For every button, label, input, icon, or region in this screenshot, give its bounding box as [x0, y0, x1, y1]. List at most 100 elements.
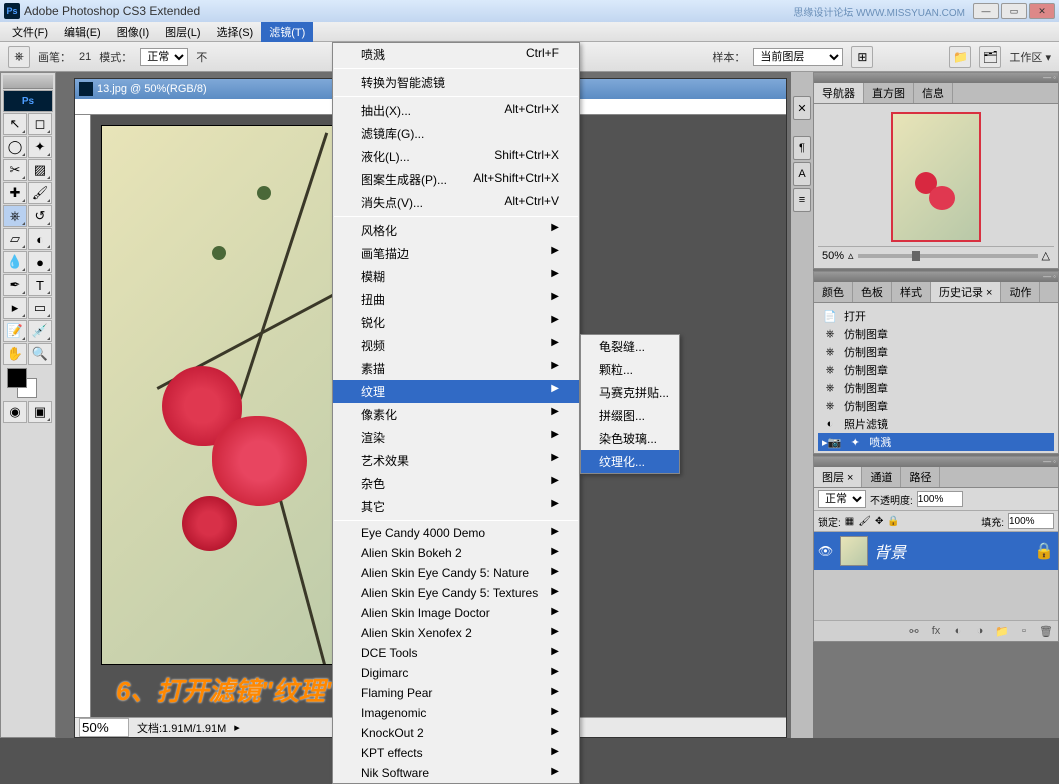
dock-icon-1[interactable]: ✕	[793, 96, 811, 120]
filter-render[interactable]: 渲染▶	[333, 426, 579, 449]
filter-pixelate[interactable]: 像素化▶	[333, 403, 579, 426]
toolbox-header[interactable]	[3, 75, 53, 89]
notes-tool[interactable]: 📝	[3, 320, 27, 342]
maximize-button[interactable]: ▭	[1001, 3, 1027, 19]
foreground-color-swatch[interactable]	[7, 368, 27, 388]
tab-info[interactable]: 信息	[914, 83, 953, 103]
nav-zoom-slider[interactable]	[858, 254, 1038, 258]
history-item[interactable]: ▸📷✦喷溅	[818, 433, 1054, 451]
menu-select[interactable]: 选择(S)	[209, 22, 262, 42]
texture-stained[interactable]: 染色玻璃...	[581, 427, 679, 450]
history-item[interactable]: ⎈仿制图章	[818, 343, 1054, 361]
shape-tool[interactable]: ▭	[28, 297, 52, 319]
menu-image[interactable]: 图像(I)	[109, 22, 157, 42]
filter-sketch[interactable]: 素描▶	[333, 357, 579, 380]
delete-layer-icon[interactable]: 🗑	[1037, 624, 1055, 638]
filter-sharpen[interactable]: 锐化▶	[333, 311, 579, 334]
lock-transparency-icon[interactable]: ▦	[845, 516, 854, 527]
layer-mask-icon[interactable]: ◐	[949, 624, 967, 638]
minimize-button[interactable]: —	[973, 3, 999, 19]
heal-tool[interactable]: ✚	[3, 182, 27, 204]
history-item[interactable]: ◐照片滤镜	[818, 415, 1054, 433]
wand-tool[interactable]: ✦	[28, 136, 52, 158]
layer-thumbnail[interactable]	[840, 536, 868, 566]
filter-blur[interactable]: 模糊▶	[333, 265, 579, 288]
nav-zoom-out-icon[interactable]: ▵	[848, 249, 854, 262]
marquee-tool[interactable]: ◻	[28, 113, 52, 135]
lock-pixels-icon[interactable]: 🖌	[858, 516, 871, 527]
ruler-vertical[interactable]	[75, 115, 91, 717]
filter-plugin[interactable]: Nik Software▶	[333, 763, 579, 783]
layer-style-icon[interactable]: fx	[927, 624, 945, 638]
filter-vanish[interactable]: 消失点(V)...Alt+Ctrl+V	[333, 191, 579, 214]
type-tool[interactable]: T	[28, 274, 52, 296]
mode-select[interactable]: 正常	[140, 48, 188, 66]
nav-zoom-in-icon[interactable]: △	[1042, 249, 1050, 262]
tab-swatches[interactable]: 色板	[853, 282, 892, 302]
group-icon[interactable]: 📁	[993, 624, 1011, 638]
menu-layer[interactable]: 图层(L)	[157, 22, 208, 42]
file-browser-icon[interactable]: 📁	[949, 46, 971, 68]
adjustment-layer-icon[interactable]: ◑	[971, 624, 989, 638]
filter-last[interactable]: 喷溅Ctrl+F	[333, 43, 579, 66]
slice-tool[interactable]: ▨	[28, 159, 52, 181]
sample-select[interactable]: 当前图层	[753, 48, 843, 66]
blend-mode-select[interactable]: 正常	[818, 490, 866, 508]
history-item[interactable]: ⎈仿制图章	[818, 379, 1054, 397]
close-button[interactable]: ✕	[1029, 3, 1055, 19]
texture-grain[interactable]: 颗粒...	[581, 358, 679, 381]
filter-stylize[interactable]: 风格化▶	[333, 219, 579, 242]
eraser-tool[interactable]: ▱	[3, 228, 27, 250]
layer-item-background[interactable]: 👁 背景 🔒	[814, 532, 1058, 570]
filter-video[interactable]: 视频▶	[333, 334, 579, 357]
lock-position-icon[interactable]: ✥	[875, 516, 883, 527]
screen-mode-tool[interactable]: ▣	[28, 401, 52, 423]
filter-plugin[interactable]: Imagenomic▶	[333, 703, 579, 723]
filter-plugin[interactable]: Alien Skin Eye Candy 5: Textures▶	[333, 583, 579, 603]
history-item[interactable]: 📄打开	[818, 307, 1054, 325]
tab-history[interactable]: 历史记录 ×	[931, 282, 1001, 302]
filter-texture[interactable]: 纹理▶	[333, 380, 579, 403]
eyedropper-tool[interactable]: 💉	[28, 320, 52, 342]
quickmask-tool[interactable]: ◉	[3, 401, 27, 423]
texture-patchwork[interactable]: 拼缀图...	[581, 404, 679, 427]
gradient-tool[interactable]: ◐	[28, 228, 52, 250]
filter-brush-strokes[interactable]: 画笔描边▶	[333, 242, 579, 265]
zoom-tool[interactable]: 🔍	[28, 343, 52, 365]
texture-texturizer[interactable]: 纹理化...	[581, 450, 679, 473]
history-item[interactable]: ⎈仿制图章	[818, 361, 1054, 379]
bridge-icon[interactable]: 🗂	[979, 46, 1001, 68]
filter-plugin[interactable]: Alien Skin Xenofex 2▶	[333, 623, 579, 643]
tab-styles[interactable]: 样式	[892, 282, 931, 302]
filter-extract[interactable]: 抽出(X)...Alt+Ctrl+X	[333, 99, 579, 122]
brush-size[interactable]: 21	[79, 51, 91, 63]
texture-craquelure[interactable]: 龟裂缝...	[581, 335, 679, 358]
filter-distort[interactable]: 扭曲▶	[333, 288, 579, 311]
tab-layers[interactable]: 图层 ×	[814, 467, 862, 487]
tab-navigator[interactable]: 导航器	[814, 83, 864, 103]
filter-other[interactable]: 其它▶	[333, 495, 579, 518]
visibility-icon[interactable]: 👁	[818, 544, 834, 558]
menu-edit[interactable]: 编辑(E)	[56, 22, 109, 42]
texture-mosaic[interactable]: 马赛克拼贴...	[581, 381, 679, 404]
blur-tool[interactable]: 💧	[3, 251, 27, 273]
filter-plugin[interactable]: Alien Skin Eye Candy 5: Nature▶	[333, 563, 579, 583]
filter-plugin[interactable]: Alien Skin Bokeh 2▶	[333, 543, 579, 563]
filter-plugin[interactable]: KnockOut 2▶	[333, 723, 579, 743]
link-layers-icon[interactable]: ⚯	[905, 624, 923, 638]
navigator-thumbnail[interactable]	[891, 112, 981, 242]
filter-noise[interactable]: 杂色▶	[333, 472, 579, 495]
menu-filter[interactable]: 滤镜(T)	[261, 22, 313, 42]
tab-paths[interactable]: 路径	[901, 467, 940, 487]
dodge-tool[interactable]: ●	[28, 251, 52, 273]
dock-icon-3[interactable]: A	[793, 162, 811, 186]
tab-channels[interactable]: 通道	[862, 467, 901, 487]
dock-icon-4[interactable]: ≡	[793, 188, 811, 212]
dock-icon-2[interactable]: ¶	[793, 136, 811, 160]
crop-tool[interactable]: ✂	[3, 159, 27, 181]
lock-all-icon[interactable]: 🔒	[887, 516, 899, 527]
lasso-tool[interactable]: ◯	[3, 136, 27, 158]
tab-histogram[interactable]: 直方图	[864, 83, 914, 103]
tool-preset-icon[interactable]: ⎈	[8, 46, 30, 68]
hand-tool[interactable]: ✋	[3, 343, 27, 365]
